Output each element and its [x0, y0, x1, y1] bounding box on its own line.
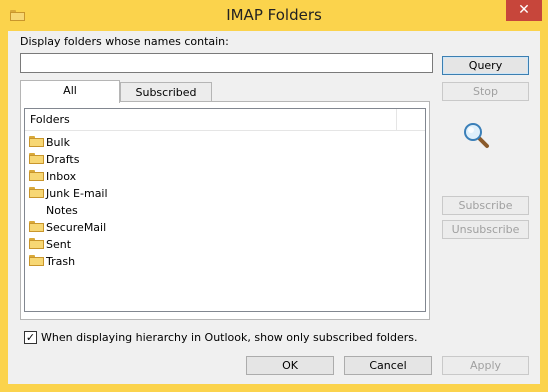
tab-panel: Folders Bulk Drafts Inbox Junk E-mail No…: [20, 101, 430, 320]
folder-icon: [29, 153, 44, 164]
folder-icon: [29, 170, 44, 181]
folder-icon: [29, 136, 44, 147]
folder-name: Sent: [46, 238, 72, 251]
list-item[interactable]: Junk E-mail: [29, 185, 108, 202]
list-item[interactable]: Drafts: [29, 151, 79, 168]
cancel-button[interactable]: Cancel: [344, 356, 432, 375]
query-button[interactable]: Query: [442, 56, 529, 75]
list-item[interactable]: Notes: [29, 202, 78, 219]
folder-icon: [29, 238, 44, 249]
apply-button[interactable]: Apply: [442, 356, 529, 375]
subscribed-only-label[interactable]: When displaying hierarchy in Outlook, sh…: [41, 331, 417, 344]
column-header-filler: [397, 109, 425, 131]
close-button[interactable]: ✕: [506, 0, 542, 21]
folder-name: Junk E-mail: [46, 187, 108, 200]
subscribe-button[interactable]: Subscribe: [442, 196, 529, 215]
folder-name: Bulk: [46, 136, 70, 149]
list-item[interactable]: Bulk: [29, 134, 70, 151]
dialog-body: Display folders whose names contain: Que…: [8, 31, 540, 384]
tab-all[interactable]: All: [20, 80, 120, 103]
search-label: Display folders whose names contain:: [20, 35, 229, 48]
title-bar[interactable]: IMAP Folders ✕: [0, 0, 548, 31]
subscribed-only-checkbox[interactable]: ✓: [24, 331, 37, 344]
stop-button[interactable]: Stop: [442, 82, 529, 101]
tab-subscribed[interactable]: Subscribed: [120, 82, 212, 103]
folder-name: Trash: [46, 255, 76, 268]
folder-name: Notes: [46, 204, 78, 217]
unsubscribe-button[interactable]: Unsubscribe: [442, 220, 529, 239]
list-item[interactable]: Sent: [29, 236, 71, 253]
window-title: IMAP Folders: [226, 6, 322, 24]
folder-name: Drafts: [46, 153, 80, 166]
folder-icon: [29, 187, 44, 198]
search-input[interactable]: [20, 53, 433, 73]
folder-icon: [29, 255, 44, 266]
ok-button[interactable]: OK: [246, 356, 334, 375]
folder-name: Inbox: [46, 170, 77, 183]
folder-name: SecureMail: [46, 221, 107, 234]
list-item[interactable]: Inbox: [29, 168, 76, 185]
folder-icon: [29, 221, 44, 232]
list-item[interactable]: Trash: [29, 253, 75, 270]
list-item[interactable]: SecureMail: [29, 219, 106, 236]
folder-list[interactable]: Folders Bulk Drafts Inbox Junk E-mail No…: [24, 108, 426, 312]
magnifier-icon: [462, 121, 490, 149]
folders-column-header[interactable]: Folders: [25, 109, 397, 131]
imap-folders-window: IMAP Folders ✕ Display folders whose nam…: [0, 0, 548, 392]
